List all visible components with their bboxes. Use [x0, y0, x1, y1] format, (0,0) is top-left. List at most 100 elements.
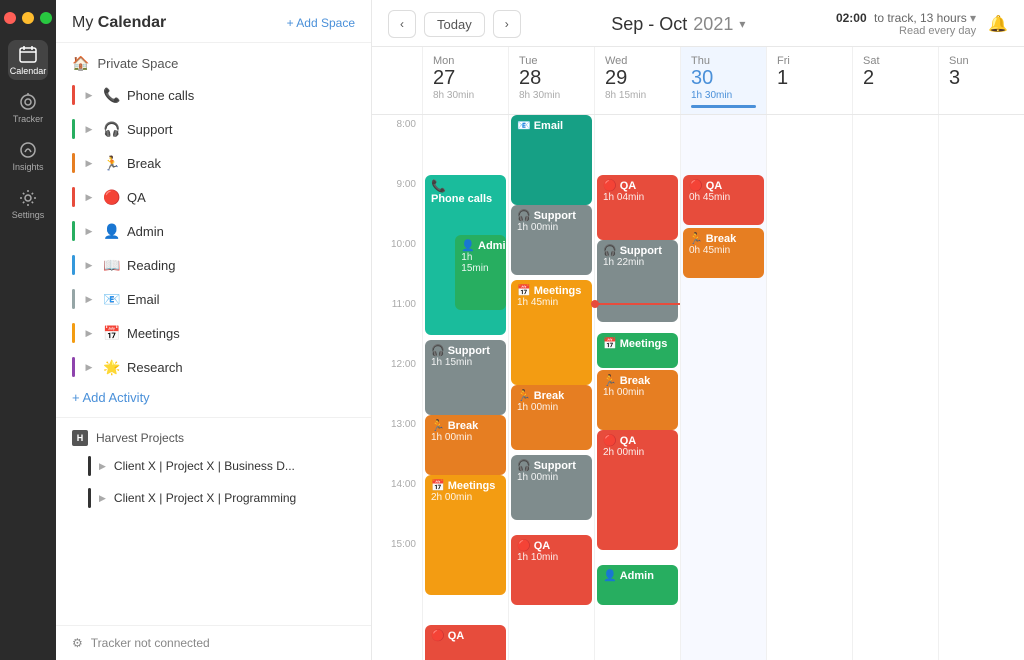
activity-item-break[interactable]: ▶ 🏃 Break: [56, 146, 371, 180]
event-break-thu[interactable]: 🏃Break 0h 45min: [683, 228, 764, 278]
activity-name: QA: [127, 190, 146, 205]
track-label: to track, 13 hours: [874, 11, 967, 25]
activity-item-meetings[interactable]: ▶ 📅 Meetings: [56, 316, 371, 350]
play-icon[interactable]: ▶: [81, 223, 97, 239]
color-indicator: [72, 255, 75, 275]
event-meetings-wed[interactable]: 📅Meetings: [597, 333, 678, 368]
play-icon[interactable]: ▶: [81, 257, 97, 273]
date-range: Sep - Oct 2021 ▾: [611, 14, 745, 35]
nav-calendar[interactable]: Calendar: [8, 40, 48, 80]
sidebar: My Calendar + Add Space 🏠 Private Space …: [56, 0, 372, 660]
play-icon[interactable]: ▶: [99, 493, 106, 504]
event-qa-mon[interactable]: 🔴QA: [425, 625, 506, 660]
activity-item-support[interactable]: ▶ 🎧 Support: [56, 112, 371, 146]
activity-emoji: 🏃: [103, 155, 121, 172]
add-activity-button[interactable]: + Add Activity: [56, 384, 371, 411]
day-header-sat: Sat 2: [852, 47, 938, 114]
color-indicator: [72, 323, 75, 343]
time-8: 8:00: [372, 115, 422, 175]
client-item-1[interactable]: ▶ Client X | Project X | Business D...: [72, 450, 355, 482]
nav-insights[interactable]: Insights: [8, 136, 48, 176]
nav-controls: ‹ Today ›: [388, 10, 521, 38]
event-qa-wed[interactable]: 🔴QA 1h 04min: [597, 175, 678, 240]
client-item-2[interactable]: ▶ Client X | Project X | Programming: [72, 482, 355, 514]
add-space-button[interactable]: + Add Space: [287, 16, 355, 30]
event-admin-wed[interactable]: 👤Admin: [597, 565, 678, 605]
play-icon[interactable]: ▶: [81, 291, 97, 307]
activity-name: Email: [127, 292, 160, 307]
event-support-tue[interactable]: 🎧Support 1h 00min: [511, 205, 592, 275]
activity-item-admin[interactable]: ▶ 👤 Admin: [56, 214, 371, 248]
day-header-sun: Sun 3: [938, 47, 1024, 114]
harvest-icon: H: [72, 430, 88, 446]
event-support2-tue[interactable]: 🎧Support 1h 00min: [511, 455, 592, 520]
time-gutter-header: [372, 47, 422, 114]
time-13: 13:00: [372, 415, 422, 475]
play-icon[interactable]: ▶: [81, 121, 97, 137]
play-icon[interactable]: ▶: [81, 189, 97, 205]
main-area: ‹ Today › Sep - Oct 2021 ▾ 02:00 to trac…: [372, 0, 1024, 660]
private-space-label: Private Space: [97, 56, 178, 71]
play-icon[interactable]: ▶: [99, 461, 106, 472]
time-10: 10:00: [372, 235, 422, 295]
day-col-thu: 🔴QA 0h 45min 🏃Break 0h 45min: [680, 115, 766, 660]
sidebar-header: My Calendar + Add Space: [56, 0, 371, 43]
date-display: Sep - Oct: [611, 14, 687, 35]
activity-item-qa[interactable]: ▶ 🔴 QA: [56, 180, 371, 214]
day-header-fri: Fri 1: [766, 47, 852, 114]
event-meetings-tue[interactable]: 📅Meetings 1h 45min: [511, 280, 592, 385]
day-col-sat: [852, 115, 938, 660]
tracker-status-label: Tracker not connected: [91, 636, 210, 650]
day-headers: Mon 27 8h 30min Tue 28 8h 30min Wed 29 8…: [372, 47, 1024, 115]
play-icon[interactable]: ▶: [81, 155, 97, 171]
activity-emoji: 🌟: [103, 359, 121, 376]
event-qa-thu[interactable]: 🔴QA 0h 45min: [683, 175, 764, 225]
time-15: 15:00: [372, 535, 422, 595]
chevron-down-icon[interactable]: ▾: [739, 17, 745, 31]
event-qa2-wed[interactable]: 🔴QA 2h 00min: [597, 430, 678, 550]
activity-item-research[interactable]: ▶ 🌟 Research: [56, 350, 371, 384]
play-icon[interactable]: ▶: [81, 359, 97, 375]
today-button[interactable]: Today: [424, 12, 485, 37]
event-meetings-mon[interactable]: 📅Meetings 2h 00min: [425, 475, 506, 595]
tracking-dropdown[interactable]: ▾: [970, 11, 976, 25]
traffic-lights: [4, 12, 52, 24]
minimize-button[interactable]: [22, 12, 34, 24]
activity-emoji: 📖: [103, 257, 121, 274]
harvest-label: Harvest Projects: [96, 431, 184, 445]
day-col-mon: 📞 Phone calls 👤Admin 1h 15min 🎧Support 1…: [422, 115, 508, 660]
nav-tracker[interactable]: Tracker: [8, 88, 48, 128]
private-space-header[interactable]: 🏠 Private Space: [56, 49, 371, 78]
activity-item-email[interactable]: ▶ 📧 Email: [56, 282, 371, 316]
activity-emoji: 👤: [103, 223, 121, 240]
day-col-tue: 📧Email 🎧Support 1h 00min 📅Meetings 1h 45…: [508, 115, 594, 660]
nav-settings[interactable]: Settings: [8, 184, 48, 224]
activity-emoji: 🎧: [103, 121, 121, 138]
event-qa-tue[interactable]: 🔴QA 1h 10min: [511, 535, 592, 605]
activity-item-phone-calls[interactable]: ▶ 📞 Phone calls: [56, 78, 371, 112]
maximize-button[interactable]: [40, 12, 52, 24]
event-break-tue[interactable]: 🏃Break 1h 00min: [511, 385, 592, 450]
event-email-tue[interactable]: 📧Email: [511, 115, 592, 205]
event-support-wed[interactable]: 🎧Support 1h 22min: [597, 240, 678, 322]
day-col-sun: [938, 115, 1024, 660]
color-indicator: [72, 119, 75, 139]
play-icon[interactable]: ▶: [81, 325, 97, 341]
prev-week-button[interactable]: ‹: [388, 10, 416, 38]
event-admin-mon[interactable]: 👤Admin 1h 15min: [455, 235, 506, 310]
calendar-container: Mon 27 8h 30min Tue 28 8h 30min Wed 29 8…: [372, 47, 1024, 660]
client-name: Client X | Project X | Programming: [114, 491, 296, 505]
play-icon[interactable]: ▶: [81, 87, 97, 103]
close-button[interactable]: [4, 12, 16, 24]
event-break-wed[interactable]: 🏃Break 1h 00min: [597, 370, 678, 430]
time-column: 8:00 9:00 10:00 11:00 12:00 13:00 14:00 …: [372, 115, 422, 660]
day-col-fri: [766, 115, 852, 660]
event-support-mon[interactable]: 🎧Support 1h 15min: [425, 340, 506, 415]
activity-item-reading[interactable]: ▶ 📖 Reading: [56, 248, 371, 282]
color-indicator: [72, 357, 75, 377]
track-time: 02:00: [836, 11, 867, 25]
event-break-mon[interactable]: 🏃Break 1h 00min: [425, 415, 506, 475]
bell-icon[interactable]: 🔔: [988, 14, 1008, 34]
color-indicator: [72, 187, 75, 207]
next-week-button[interactable]: ›: [493, 10, 521, 38]
